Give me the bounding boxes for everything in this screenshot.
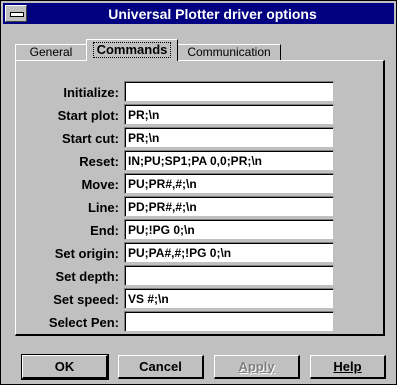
line-row: Line: bbox=[16, 196, 383, 218]
reset-input[interactable] bbox=[124, 150, 334, 171]
set-speed-input[interactable] bbox=[124, 288, 334, 309]
select-pen-label: Select Pen: bbox=[48, 315, 119, 330]
move-input[interactable] bbox=[124, 173, 334, 194]
apply-button[interactable]: Apply bbox=[214, 355, 300, 379]
window-title: Universal Plotter driver options bbox=[108, 6, 317, 22]
tab-label: Communication bbox=[187, 45, 271, 59]
help-button[interactable]: Help bbox=[310, 355, 386, 379]
start-plot-label: Start plot: bbox=[57, 108, 119, 123]
title-bar: Universal Plotter driver options bbox=[3, 3, 394, 24]
move-row: Move: bbox=[16, 173, 383, 195]
commands-panel: Initialize: Start plot: Start cut: Reset… bbox=[15, 60, 385, 336]
set-speed-row: Set speed: bbox=[16, 288, 383, 310]
start-plot-input[interactable] bbox=[124, 104, 334, 125]
move-label: Move: bbox=[81, 177, 119, 192]
system-menu-button[interactable] bbox=[5, 5, 27, 22]
driver-options-dialog: Universal Plotter driver options General… bbox=[0, 0, 397, 385]
start-cut-label: Start cut: bbox=[61, 131, 119, 146]
start-cut-row: Start cut: bbox=[16, 127, 383, 149]
tab-label: General bbox=[29, 45, 73, 59]
end-row: End: bbox=[16, 219, 383, 241]
apply-button-label: Apply bbox=[238, 358, 275, 374]
initialize-row: Initialize: bbox=[16, 81, 383, 103]
tab-commands[interactable]: Commands bbox=[86, 39, 178, 61]
tab-communication[interactable]: Communication bbox=[177, 44, 281, 60]
set-depth-row: Set depth: bbox=[16, 265, 383, 287]
select-pen-row: Select Pen: bbox=[16, 311, 383, 333]
initialize-label: Initialize: bbox=[63, 85, 119, 100]
set-origin-input[interactable] bbox=[124, 242, 334, 263]
minus-icon bbox=[10, 12, 24, 17]
start-cut-input[interactable] bbox=[124, 127, 334, 148]
set-depth-input[interactable] bbox=[124, 265, 334, 286]
end-label: End: bbox=[90, 223, 119, 238]
line-input[interactable] bbox=[124, 196, 334, 217]
initialize-input[interactable] bbox=[124, 81, 334, 102]
set-speed-label: Set speed: bbox=[53, 292, 119, 307]
ok-button[interactable]: OK bbox=[21, 354, 109, 380]
reset-row: Reset: bbox=[16, 150, 383, 172]
cancel-button[interactable]: Cancel bbox=[118, 355, 204, 379]
set-depth-label: Set depth: bbox=[55, 269, 119, 284]
tab-label: Commands bbox=[92, 42, 172, 58]
reset-label: Reset: bbox=[79, 154, 119, 169]
tab-general[interactable]: General bbox=[15, 44, 87, 60]
select-pen-input[interactable] bbox=[124, 311, 334, 332]
tab-strip: General Commands Communication bbox=[15, 38, 384, 61]
line-label: Line: bbox=[87, 200, 119, 215]
button-bar: OK Cancel Apply Help bbox=[1, 354, 397, 381]
set-origin-label: Set origin: bbox=[54, 246, 119, 261]
start-plot-row: Start plot: bbox=[16, 104, 383, 126]
end-input[interactable] bbox=[124, 219, 334, 240]
set-origin-row: Set origin: bbox=[16, 242, 383, 264]
help-button-label: Help bbox=[333, 358, 362, 374]
